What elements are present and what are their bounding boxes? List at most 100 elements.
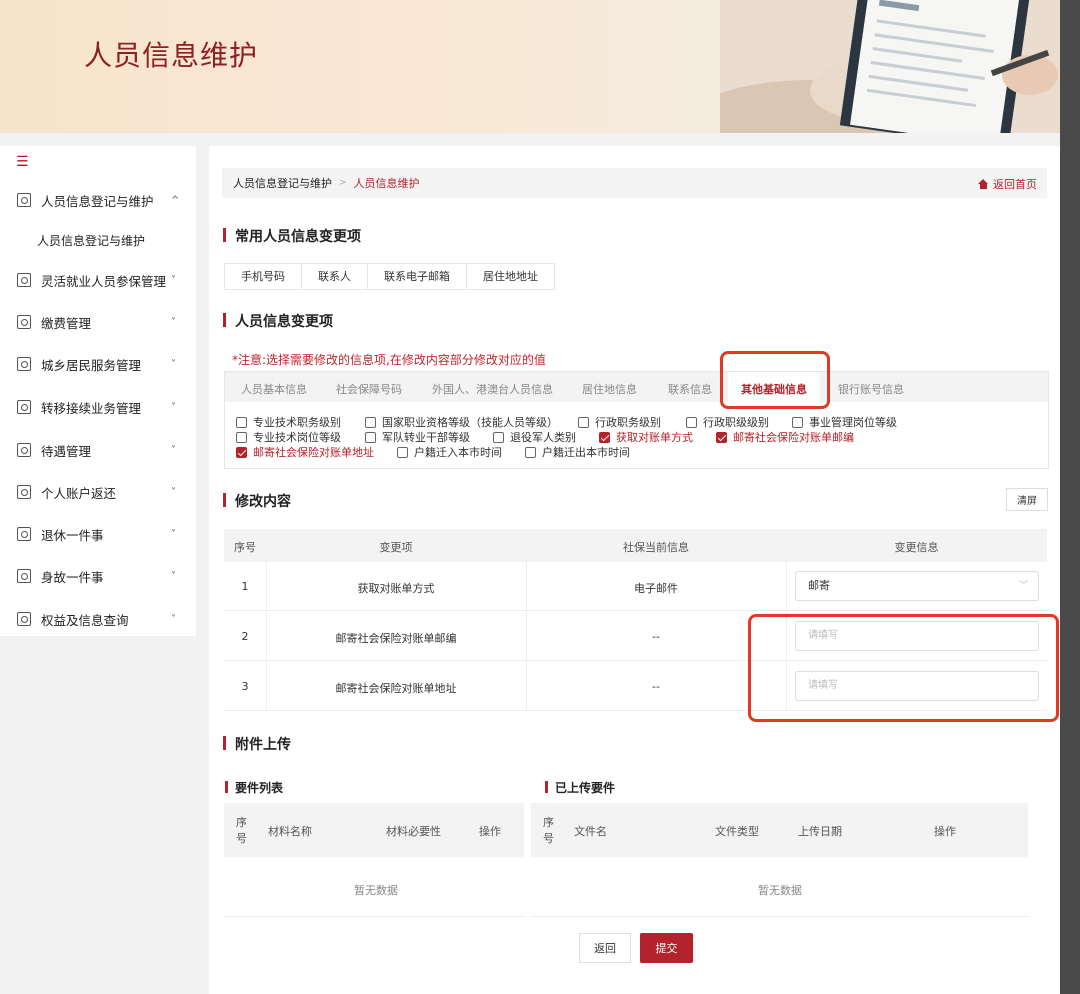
checkbox-statement-postcode[interactable]: 邮寄社会保险对账单邮编 [716,429,854,445]
th-new-value: 变更信息 [894,541,939,554]
back-button[interactable]: 返回 [579,933,631,963]
document-icon [17,443,31,457]
search-document-icon [17,612,31,626]
chevron-down-icon: ˅ [171,570,176,582]
clear-button[interactable]: 清屏 [1006,488,1048,511]
tab-residence[interactable]: 居住地信息 [582,381,637,397]
checkbox-institution-post[interactable]: 事业管理岗位等级 [792,414,897,430]
highlight-frame-inputs [748,614,1059,722]
sidebar-item-label: 灵活就业人员参保管理 [41,273,167,289]
checkbox-label: 行政职务级别 [595,416,661,429]
page-title: 人员信息维护 [84,39,259,72]
banner-illustration [720,0,1060,133]
checkbox-statement-address[interactable]: 邮寄社会保险对账单地址 [236,444,374,460]
back-home-link[interactable]: 返回首页 [978,176,1037,192]
chip-address[interactable]: 居住地地址 [467,264,554,289]
checkbox-pro-title-level[interactable]: 专业技术职务级别 [236,414,341,430]
sidebar-item-benefits[interactable]: 待遇管理 ˅ [0,435,196,465]
notice-text: *注意:选择需要修改的信息项,在修改内容部分修改对应的值 [232,353,546,367]
tab-bank[interactable]: 银行账号信息 [838,381,904,397]
transfer-icon [17,400,31,414]
checkbox-hukou-in[interactable]: 户籍迁入本市时间 [397,444,502,460]
checkbox-hukou-out[interactable]: 户籍迁出本市时间 [525,444,630,460]
person-card-icon [17,193,31,207]
checkbox-box [365,416,376,428]
checkbox-label: 事业管理岗位等级 [809,416,897,429]
th-up-index: 序号 [543,816,554,845]
menu-collapse-icon[interactable]: ☰ [16,154,29,170]
sidebar-item-flexible-employment[interactable]: 灵活就业人员参保管理 ˅ [0,265,196,295]
sidebar-item-rights-query[interactable]: 权益及信息查询 ˅ [0,604,196,634]
divider [531,916,1028,917]
sidebar-item-account-refund[interactable]: 个人账户返还 ˅ [0,477,196,507]
required-docs-header: 序号 材料名称 材料必要性 操作 [224,803,524,857]
checkbox-box [716,431,727,443]
person-icon [17,273,31,287]
checkbox-box [236,416,247,428]
sidebar-item-decease[interactable]: 身故一件事 ˅ [0,561,196,591]
th-req-index: 序号 [236,816,247,845]
tab-ssn[interactable]: 社会保障号码 [336,381,402,397]
checkbox-vocational-level[interactable]: 国家职业资格等级（技能人员等级） [365,414,558,430]
window-edge [1060,0,1080,994]
checkbox-label: 邮寄社会保险对账单地址 [253,446,374,459]
checkbox-veteran-type[interactable]: 退役军人类别 [493,429,576,445]
section-title-attach: 附件上传 [223,734,291,754]
sidebar-subitem-registration[interactable]: 人员信息登记与维护 [0,225,196,255]
uploaded-docs-header: 序号 文件名 文件类型 上传日期 操作 [531,803,1028,857]
checkbox-military-cadre[interactable]: 军队转业干部等级 [365,429,470,445]
th-up-action: 操作 [934,825,956,838]
chevron-up-icon: ^ [171,194,180,206]
th-up-filename: 文件名 [574,825,607,838]
sidebar-item-transfer[interactable]: 转移接续业务管理 ˅ [0,392,196,422]
th-req-necessity: 材料必要性 [386,825,441,838]
checkbox-box [792,416,803,428]
checkbox-box [397,446,408,458]
checkbox-box [493,431,504,443]
th-req-action: 操作 [479,825,501,838]
wallet-icon [17,315,31,329]
checkbox-box [236,431,247,443]
checkbox-pro-post-level[interactable]: 专业技术岗位等级 [236,429,341,445]
checkbox-label: 户籍迁出本市时间 [542,446,630,459]
statement-method-select[interactable]: 邮寄 ﹀ [795,571,1039,601]
common-change-chips: 手机号码 联系人 联系电子邮箱 居住地地址 [224,263,555,290]
breadcrumb-parent[interactable]: 人员信息登记与维护 [233,175,332,191]
chevron-down-icon: ﹀ [1018,581,1028,591]
sidebar-item-label: 转移接续业务管理 [41,400,142,416]
select-value: 邮寄 [808,579,830,592]
tab-basic-info[interactable]: 人员基本信息 [241,381,307,397]
chevron-down-icon: ˅ [171,274,176,286]
checkbox-label: 行政职级级别 [703,416,769,429]
checkbox-label: 专业技术岗位等级 [253,431,341,444]
checkbox-label: 军队转业干部等级 [382,431,470,444]
checkbox-label: 获取对账单方式 [616,431,693,444]
row-item: 邮寄社会保险对账单邮编 [335,632,457,645]
sidebar-item-retirement[interactable]: 退休一件事 ˅ [0,519,196,549]
sidebar-item-registration[interactable]: 人员信息登记与维护 ^ [0,185,196,215]
tab-contact[interactable]: 联系信息 [668,381,712,397]
checkbox-admin-duty-level[interactable]: 行政职务级别 [578,414,661,430]
submit-button[interactable]: 提交 [640,933,693,963]
checkbox-statement-method[interactable]: 获取对账单方式 [599,429,693,445]
cell-divider [786,562,787,611]
chip-email[interactable]: 联系电子邮箱 [368,264,467,289]
document-icon [17,527,31,541]
chip-phone[interactable]: 手机号码 [225,264,302,289]
sidebar-item-label: 身故一件事 [41,569,104,585]
sidebar: ☰ 人员信息登记与维护 ^ 人员信息登记与维护 灵活就业人员参保管理 ˅ 缴费管… [0,146,196,636]
breadcrumb-current: 人员信息维护 [353,177,420,190]
sidebar-item-residents[interactable]: 城乡居民服务管理 ˅ [0,349,196,379]
section-title-modify: 修改内容 [223,491,291,511]
chip-contact[interactable]: 联系人 [302,264,368,289]
residents-icon [17,357,31,371]
chevron-down-icon: ˅ [171,444,176,456]
th-req-name: 材料名称 [268,825,312,838]
tab-foreigners[interactable]: 外国人、港澳台人员信息 [432,381,553,397]
table-header: 序号 变更项 社保当前信息 变更信息 [224,529,1047,562]
th-up-filetype: 文件类型 [715,825,759,838]
checkbox-admin-rank-level[interactable]: 行政职级级别 [686,414,769,430]
th-index: 序号 [234,541,256,554]
sidebar-item-payment[interactable]: 缴费管理 ˅ [0,307,196,337]
header-banner: 人员信息维护 [0,0,1080,133]
